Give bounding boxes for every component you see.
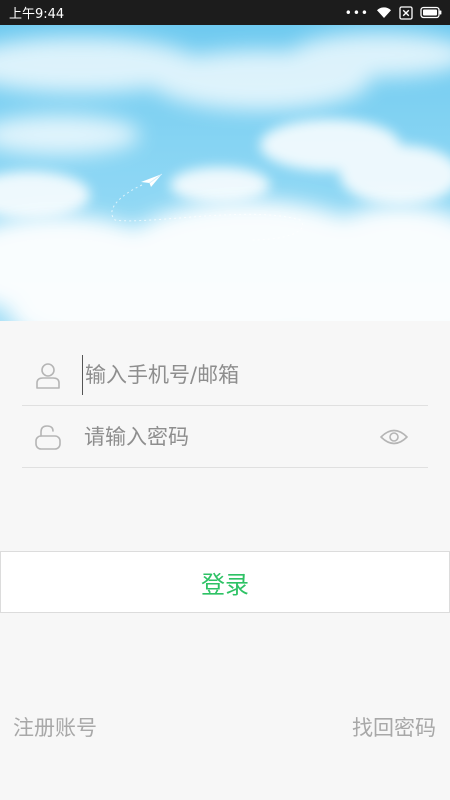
user-icon xyxy=(34,361,62,389)
eye-icon[interactable] xyxy=(379,426,409,448)
wifi-icon xyxy=(376,6,392,19)
forgot-password-link[interactable]: 找回密码 xyxy=(352,712,436,744)
account-input[interactable] xyxy=(82,354,428,395)
account-row xyxy=(22,344,428,406)
battery-icon xyxy=(420,6,442,19)
login-screen: 上午9:44 ••• 输入手机号/邮箱 登录 注册账号 找回密码 xyxy=(0,0,450,800)
password-row xyxy=(22,406,428,468)
status-bar: 上午9:44 ••• xyxy=(0,0,450,25)
status-icons: ••• xyxy=(344,5,442,20)
register-link[interactable]: 注册账号 xyxy=(13,712,97,744)
more-notifications-icon: ••• xyxy=(344,5,369,20)
password-input[interactable] xyxy=(82,416,379,457)
no-sim-icon xyxy=(399,5,413,20)
paper-plane-icon xyxy=(141,173,163,187)
sky-banner-image xyxy=(0,25,450,321)
status-time: 上午9:44 xyxy=(9,7,65,22)
login-button[interactable]: 登录 xyxy=(0,551,450,613)
unlock-icon xyxy=(34,423,62,451)
